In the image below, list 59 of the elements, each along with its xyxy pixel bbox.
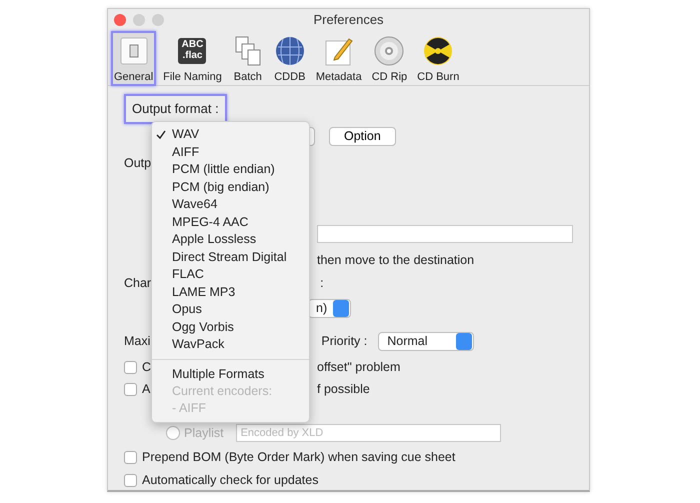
- toolbar-tab[interactable]: Batch: [228, 31, 267, 86]
- form-label: Priority :: [321, 332, 368, 350]
- checkbox[interactable]: [124, 382, 137, 396]
- checkmark-icon: [156, 130, 166, 140]
- label-icon: [176, 35, 208, 67]
- menu-item[interactable]: PCM (big endian): [152, 178, 309, 196]
- menu-item[interactable]: WavPack: [152, 336, 309, 354]
- menu-item[interactable]: WAV: [152, 126, 309, 144]
- popup-value: Normal: [387, 332, 428, 350]
- globe-icon: [274, 35, 306, 67]
- radiation-icon: [422, 35, 454, 67]
- form-label: :: [320, 274, 324, 292]
- checkbox-label: Prepend BOM (Byte Order Mark) when saving cue sheet: [142, 448, 456, 466]
- checkbox-label: A: [142, 380, 150, 398]
- checkbox[interactable]: [124, 360, 137, 374]
- minimize-button[interactable]: [133, 14, 145, 26]
- form-label: Outp: [124, 154, 152, 172]
- menu-item[interactable]: FLAC: [152, 266, 309, 284]
- icon-text: ABC: [180, 39, 204, 50]
- menu-item[interactable]: PCM (little endian): [152, 161, 309, 178]
- menu-item[interactable]: AIFF: [152, 144, 309, 161]
- form-label: Char: [124, 274, 152, 292]
- zoom-button[interactable]: [152, 14, 164, 26]
- charset-popup[interactable]: n): [308, 298, 351, 318]
- checkbox-label: Automatically check for updates: [142, 472, 318, 489]
- priority-popup[interactable]: Normal: [378, 332, 474, 350]
- icon-text: .flac: [181, 50, 204, 61]
- path-field[interactable]: [317, 225, 573, 243]
- toolbar-tab[interactable]: CDDB: [270, 31, 309, 86]
- menu-item[interactable]: Multiple Formats: [152, 358, 309, 382]
- toolbar-tab[interactable]: CD Burn: [414, 31, 462, 86]
- radio-button[interactable]: [166, 426, 180, 440]
- option-button[interactable]: Option: [329, 126, 396, 146]
- toolbar-tab[interactable]: CD Rip: [368, 31, 410, 86]
- disc-icon: [373, 35, 406, 67]
- checkbox-label: offset" problem: [317, 358, 400, 376]
- menu-item[interactable]: Wave64: [152, 196, 309, 214]
- form-label: Maxi: [124, 332, 150, 350]
- checkbox-label: f possible: [317, 380, 370, 398]
- menu-item: - AIFF: [171, 400, 208, 418]
- toolbar-tab[interactable]: ABC .flac File Naming: [160, 31, 225, 86]
- close-button[interactable]: [114, 14, 126, 26]
- option-text: then move to the destination: [317, 252, 474, 269]
- checkbox[interactable]: [124, 450, 137, 464]
- menu-item[interactable]: Ogg Vorbis: [152, 318, 309, 336]
- window-title: Preferences: [313, 12, 384, 27]
- menu-item: Current encoders:: [171, 382, 274, 400]
- radio-label: Playlist: [184, 424, 224, 442]
- checkbox[interactable]: [124, 474, 137, 486]
- tag-field[interactable]: Encoded by XLD: [236, 424, 501, 442]
- menu-item[interactable]: Opus: [152, 301, 309, 318]
- checkbox-label: C: [142, 358, 152, 376]
- menu-item[interactable]: Direct Stream Digital: [152, 248, 309, 266]
- popup-value: n): [316, 300, 328, 317]
- toolbar-tab[interactable]: General: [111, 31, 156, 86]
- menu-item[interactable]: Apple Lossless: [152, 231, 309, 248]
- menu-item[interactable]: LAME MP3: [152, 284, 309, 301]
- toolbar-tab[interactable]: Metadata: [312, 31, 365, 86]
- menu-item[interactable]: MPEG-4 AAC: [152, 214, 309, 231]
